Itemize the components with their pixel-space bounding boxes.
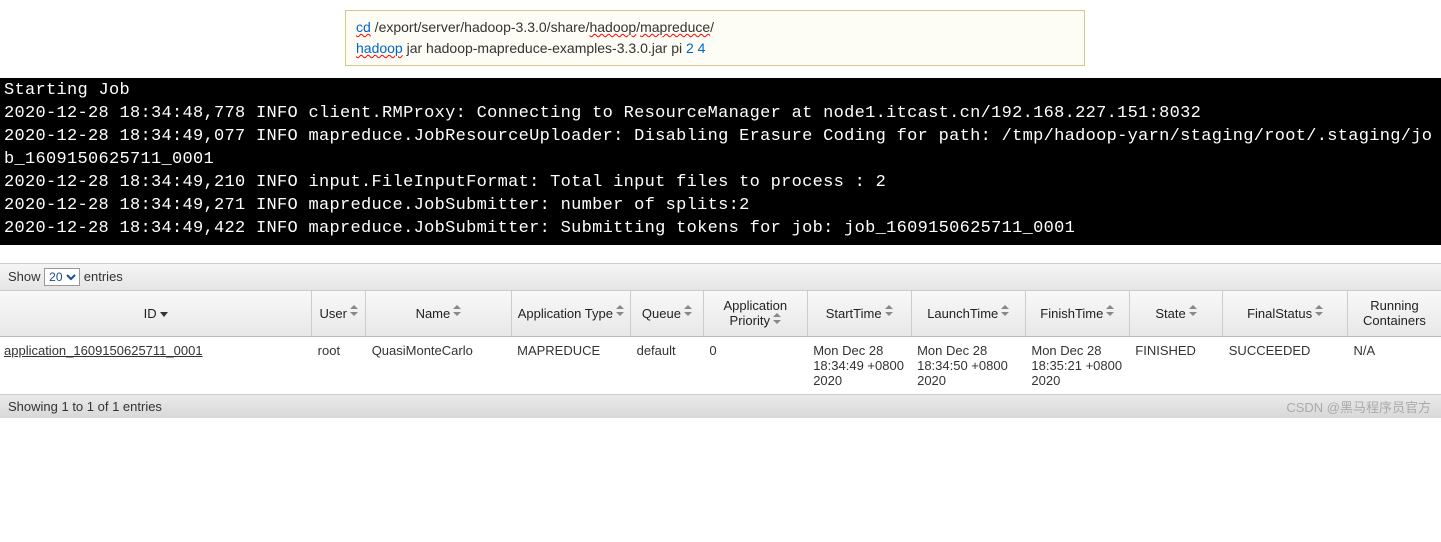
col-user[interactable]: User	[312, 291, 366, 337]
command-line-1: cd /export/server/hadoop-3.3.0/share/had…	[356, 17, 1074, 38]
application-id-link[interactable]: application_1609150625711_0001	[4, 343, 203, 358]
table-info-bar: Showing 1 to 1 of 1 entries CSDN @黑马程序员官…	[0, 394, 1441, 418]
col-apptype[interactable]: Application Type	[511, 291, 630, 337]
col-name[interactable]: Name	[366, 291, 511, 337]
cell-launchtime: Mon Dec 28 18:34:50 +0800 2020	[911, 337, 1025, 395]
applications-table-section: Show 20 entries ID User Name Application…	[0, 263, 1441, 419]
col-id[interactable]: ID	[0, 291, 312, 337]
cell-user: root	[312, 337, 366, 395]
terminal-output: Starting Job 2020-12-28 18:34:48,778 INF…	[0, 78, 1441, 245]
cell-name: QuasiMonteCarlo	[366, 337, 511, 395]
col-finishtime[interactable]: FinishTime	[1025, 291, 1129, 337]
hadoop-keyword: hadoop	[356, 40, 403, 56]
cell-priority: 0	[703, 337, 807, 395]
cell-queue: default	[631, 337, 704, 395]
col-starttime[interactable]: StartTime	[807, 291, 911, 337]
cd-keyword: cd	[356, 19, 371, 35]
command-line-2: hadoop jar hadoop-mapreduce-examples-3.3…	[356, 38, 1074, 59]
entries-select[interactable]: 20	[44, 268, 80, 286]
cell-state: FINISHED	[1129, 337, 1223, 395]
col-running-containers[interactable]: Running Containers	[1347, 291, 1441, 337]
cell-finalstatus: SUCCEEDED	[1223, 337, 1348, 395]
col-priority[interactable]: Application Priority	[703, 291, 807, 337]
show-label: Show	[8, 269, 41, 284]
command-snippet: cd /export/server/hadoop-3.3.0/share/had…	[345, 10, 1085, 66]
showing-info: Showing 1 to 1 of 1 entries	[8, 399, 162, 414]
table-row: application_1609150625711_0001 root Quas…	[0, 337, 1441, 395]
cell-apptype: MAPREDUCE	[511, 337, 630, 395]
cell-finishtime: Mon Dec 28 18:35:21 +0800 2020	[1025, 337, 1129, 395]
col-launchtime[interactable]: LaunchTime	[911, 291, 1025, 337]
entries-label: entries	[84, 269, 123, 284]
entries-length-bar: Show 20 entries	[0, 263, 1441, 291]
table-header-row: ID User Name Application Type Queue Appl…	[0, 291, 1441, 337]
cell-starttime: Mon Dec 28 18:34:49 +0800 2020	[807, 337, 911, 395]
col-queue[interactable]: Queue	[631, 291, 704, 337]
sort-desc-icon	[160, 312, 168, 317]
cell-running-containers: N/A	[1347, 337, 1441, 395]
col-state[interactable]: State	[1129, 291, 1223, 337]
col-finalstatus[interactable]: FinalStatus	[1223, 291, 1348, 337]
applications-table: ID User Name Application Type Queue Appl…	[0, 291, 1441, 395]
watermark-text: CSDN @黑马程序员官方	[1286, 397, 1431, 416]
